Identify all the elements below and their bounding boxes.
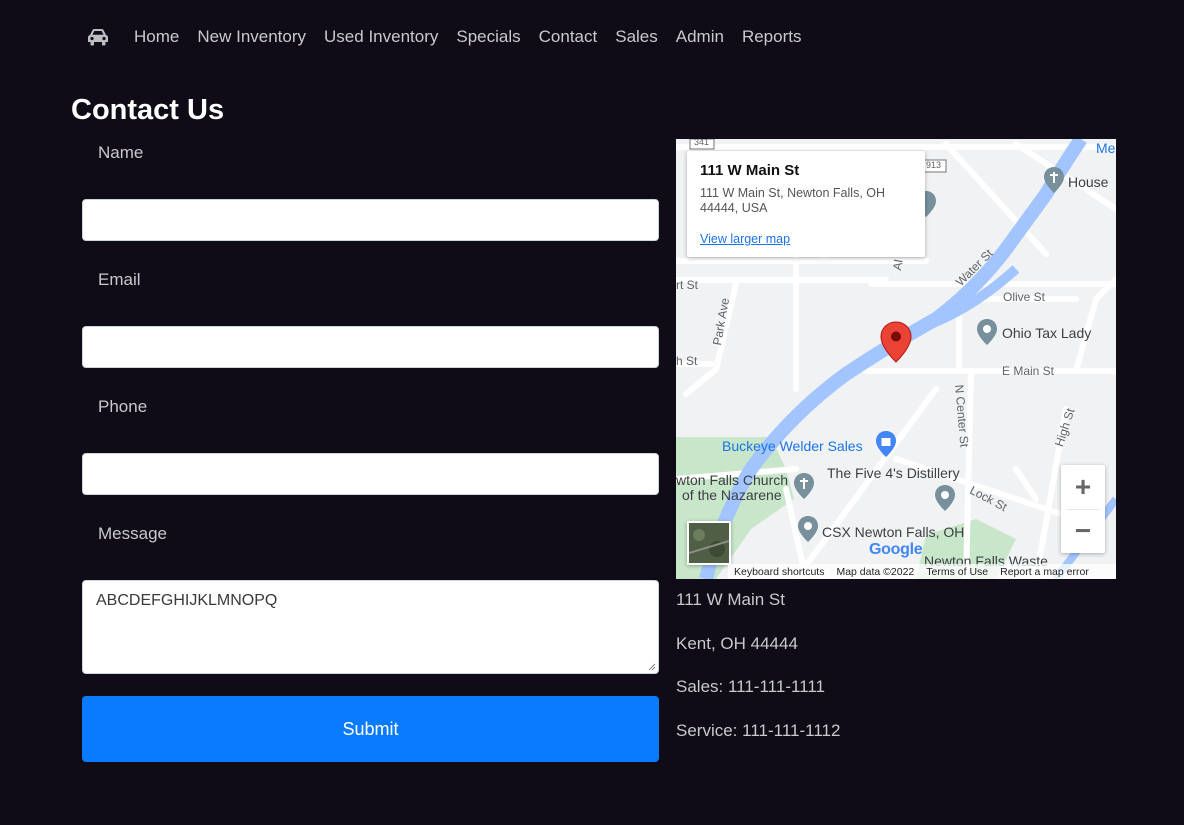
car-icon[interactable] <box>86 27 110 47</box>
route-913-label: 913 <box>926 160 942 170</box>
map-info-window: 111 W Main St 111 W Main St, Newton Fall… <box>687 151 925 257</box>
place-pin-icon[interactable] <box>977 319 997 345</box>
map-footer: Keyboard shortcuts Map data ©2022 Terms … <box>728 564 1116 579</box>
location-pin-icon[interactable] <box>880 321 912 363</box>
message-label: Message <box>98 524 167 543</box>
phone-label: Phone <box>98 397 148 416</box>
map-data-text: Map data ©2022 <box>836 565 915 578</box>
report-map-error-link[interactable]: Report a map error <box>1000 566 1089 578</box>
keyboard-shortcuts-link[interactable]: Keyboard shortcuts <box>734 566 824 578</box>
email-input[interactable] <box>82 326 659 368</box>
zoom-in-button[interactable]: + <box>1061 465 1105 509</box>
nav-specials[interactable]: Specials <box>456 27 520 47</box>
route-341-label: 341 <box>694 139 710 147</box>
address-line2: Kent, OH 44444 <box>676 634 798 653</box>
map-label-rt-st: rt St <box>676 278 699 292</box>
place-pin-icon[interactable] <box>798 516 818 542</box>
message-textarea[interactable]: ABCDEFGHIJKLMNOPQ <box>82 580 659 674</box>
nav-new-inventory[interactable]: New Inventory <box>197 27 306 47</box>
map-label-olive-st: Olive St <box>1003 290 1046 304</box>
address-line1: 111 W Main St <box>676 590 785 609</box>
resize-grip-icon[interactable] <box>648 663 656 671</box>
sales-phone: Sales: 111-111-1111 <box>676 677 826 696</box>
place-pin-icon[interactable] <box>935 485 955 511</box>
nav-sales[interactable]: Sales <box>615 27 658 47</box>
map-label-five-4s-distillery[interactable]: The Five 4's Distillery <box>827 465 960 481</box>
nav-reports[interactable]: Reports <box>742 27 802 47</box>
top-navbar: Home New Inventory Used Inventory Specia… <box>86 22 819 52</box>
map-label-buckeye-welder-sales[interactable]: Buckeye Welder Sales <box>722 438 863 454</box>
map-label-e-main-st: E Main St <box>1002 364 1055 378</box>
map-label-csx[interactable]: CSX Newton Falls, OH <box>822 524 964 540</box>
name-input[interactable] <box>82 199 659 241</box>
name-label: Name <box>98 143 144 162</box>
terms-of-use-link[interactable]: Terms of Use <box>926 566 988 578</box>
nav-home[interactable]: Home <box>134 27 179 47</box>
map-label-h-st: h St <box>676 354 698 368</box>
nav-contact[interactable]: Contact <box>539 27 598 47</box>
map-label-me: Me <box>1096 140 1116 156</box>
map-label-ohio-tax-lady: Ohio Tax Lady <box>1002 325 1092 341</box>
submit-button[interactable]: Submit <box>82 696 659 762</box>
map-label-church-line1[interactable]: wton Falls Church <box>676 472 788 488</box>
map-label-al: Al <box>890 258 906 272</box>
service-phone: Service: 111-111-1112 <box>676 721 841 740</box>
nav-used-inventory[interactable]: Used Inventory <box>324 27 438 47</box>
church-pin-icon[interactable] <box>794 473 814 499</box>
zoom-controls: + − <box>1061 465 1105 553</box>
nav-admin[interactable]: Admin <box>676 27 724 47</box>
satellite-thumbnail-icon <box>689 523 729 563</box>
info-title: 111 W Main St <box>700 162 800 179</box>
zoom-out-button[interactable]: − <box>1061 509 1105 553</box>
map-embed[interactable]: 341 913 Me House Olive St Ohio Tax Lady … <box>676 139 1116 579</box>
view-larger-map-link[interactable]: View larger map <box>700 232 790 246</box>
email-label: Email <box>98 270 141 289</box>
satellite-toggle-button[interactable] <box>687 521 731 565</box>
message-text: ABCDEFGHIJKLMNOPQ <box>96 592 278 609</box>
shopping-pin-icon[interactable] <box>876 431 896 457</box>
google-logo: Google <box>869 541 923 558</box>
page-title: Contact Us <box>71 94 225 126</box>
map-label-church-line2[interactable]: of the Nazarene <box>682 487 782 503</box>
place-pin-icon[interactable] <box>1044 167 1064 193</box>
map-label-house: House <box>1068 174 1109 190</box>
info-address: 111 W Main St, Newton Falls, OH 44444, U… <box>700 186 886 215</box>
phone-input[interactable] <box>82 453 659 495</box>
